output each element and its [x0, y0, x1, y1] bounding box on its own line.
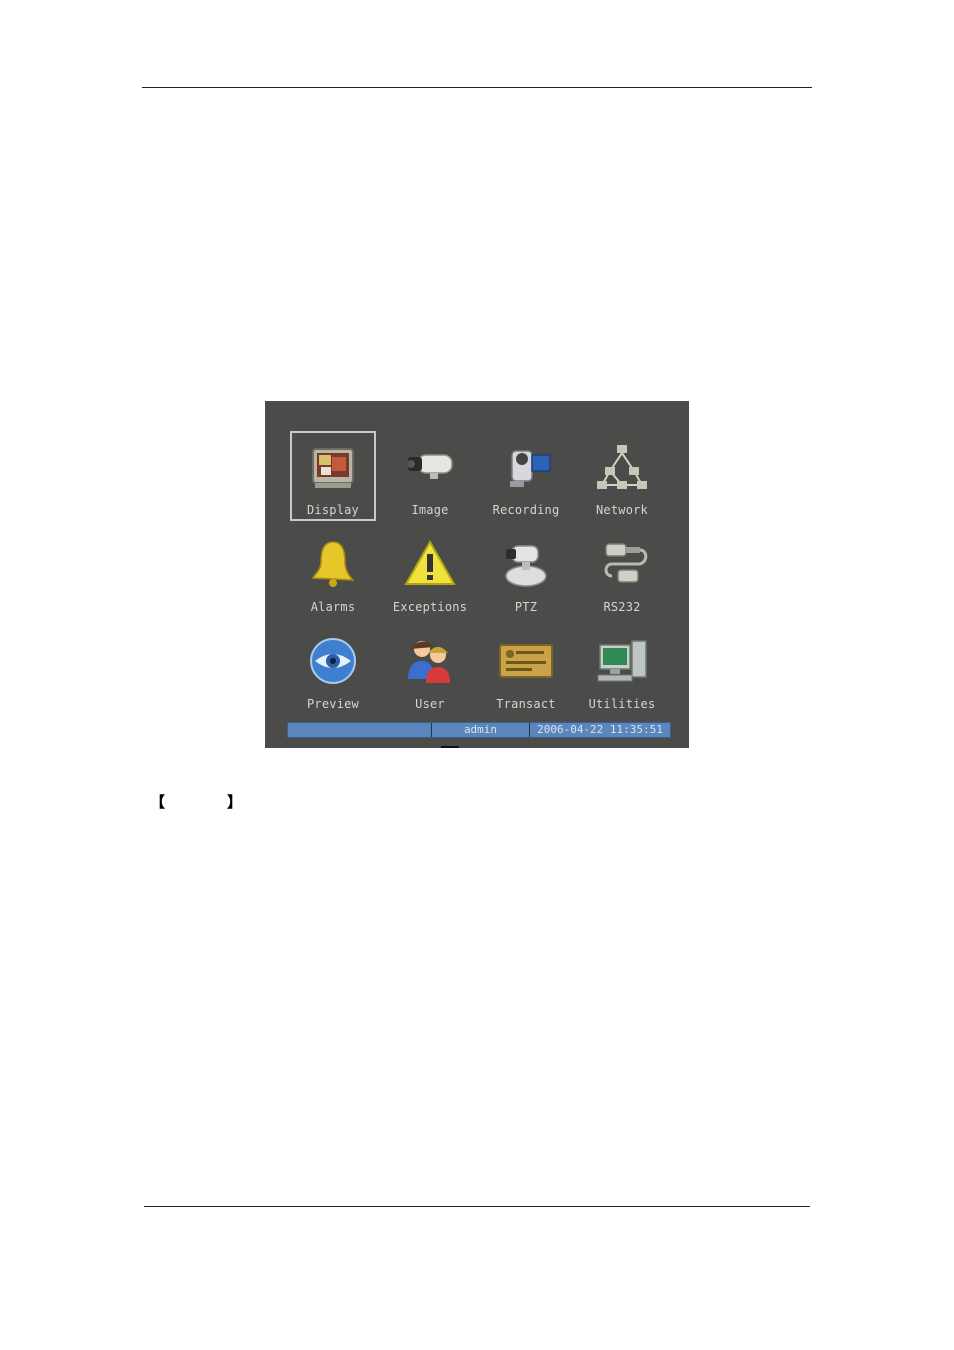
eye-icon: [303, 635, 363, 687]
menu-item-recording[interactable]: Recording: [483, 431, 569, 521]
menu-item-preview[interactable]: Preview: [290, 625, 376, 715]
users-icon: [400, 635, 460, 687]
ptz-camera-icon: [496, 538, 556, 590]
menu-item-label: Transact: [496, 697, 556, 711]
menu-item-label: User: [415, 697, 445, 711]
caption-close-bracket: 】: [227, 793, 243, 811]
dvr-main-menu-screenshot: Display Image Recording Network Alarms E…: [265, 401, 689, 748]
menu-item-label: Exceptions: [392, 600, 468, 614]
camera-icon: [400, 441, 460, 493]
menu-item-user[interactable]: User: [387, 625, 473, 715]
menu-item-image[interactable]: Image: [387, 431, 473, 521]
status-bar: admin 2006-04-22 11:35:51: [287, 722, 671, 738]
card-icon: [496, 635, 556, 687]
menu-item-label: Utilities: [588, 697, 656, 711]
menu-item-exceptions[interactable]: Exceptions: [387, 528, 473, 618]
camcorder-icon: [496, 441, 556, 493]
current-datetime: 2006-04-22 11:35:51: [537, 723, 663, 736]
serial-connector-icon: [592, 538, 652, 590]
menu-item-transact[interactable]: Transact: [483, 625, 569, 715]
menu-item-label: RS232: [603, 600, 641, 614]
caption-open-bracket: 【: [150, 793, 166, 811]
menu-item-label: Network: [596, 503, 648, 517]
status-bar-user-segment: admin: [432, 723, 530, 737]
menu-item-label: Image: [411, 503, 449, 517]
menu-item-network[interactable]: Network: [579, 431, 665, 521]
menu-item-rs232[interactable]: RS232: [579, 528, 665, 618]
menu-item-ptz[interactable]: PTZ: [483, 528, 569, 618]
monitor-icon: [303, 443, 363, 495]
mouse-cursor-mark: [441, 746, 459, 748]
menu-item-label: Recording: [492, 503, 560, 517]
status-bar-blank-segment: [288, 723, 432, 737]
status-bar-time-segment: 2006-04-22 11:35:51: [530, 723, 670, 737]
menu-item-alarms[interactable]: Alarms: [290, 528, 376, 618]
computer-icon: [592, 635, 652, 687]
menu-item-label: Display: [307, 503, 359, 517]
menu-item-display[interactable]: Display: [290, 431, 376, 521]
warning-icon: [400, 538, 460, 590]
header-rule: [142, 87, 812, 88]
figure-caption: 【】: [150, 791, 242, 812]
footer-rule: [144, 1206, 810, 1207]
menu-item-label: Alarms: [310, 600, 356, 614]
menu-item-utilities[interactable]: Utilities: [579, 625, 665, 715]
current-user: admin: [463, 723, 498, 736]
bell-icon: [303, 538, 363, 590]
menu-item-label: PTZ: [514, 600, 538, 614]
network-icon: [592, 441, 652, 493]
menu-item-label: Preview: [307, 697, 359, 711]
